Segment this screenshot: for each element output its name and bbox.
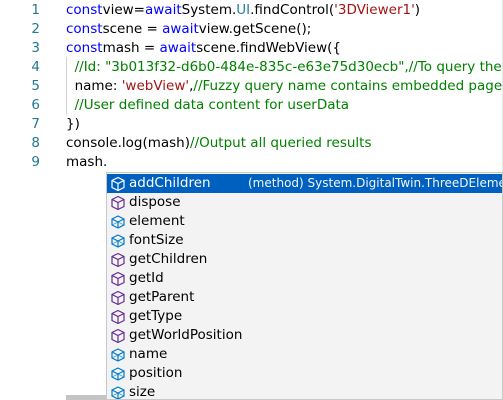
code-token: //Id: "3b013f32-d6b0-484e-835c-e63e75d30… (74, 59, 503, 75)
code-line[interactable]: 5 name: 'webView',//Fuzzy query name con… (0, 77, 503, 96)
code-line[interactable]: 2 constscene = awaitview.getScene(); (0, 20, 503, 39)
suggest-item-dispose[interactable]: dispose (107, 193, 502, 212)
suggest-item-label: getParent (129, 289, 195, 305)
field-icon (110, 214, 126, 230)
code-text: constview=awaitSystem.UI.findControl('3D… (66, 1, 420, 20)
code-line[interactable]: 9 mash. (0, 153, 503, 172)
code-line[interactable]: 3 constmash = awaitscene.findWebView({ (0, 39, 503, 58)
suggest-item-label: name (129, 346, 168, 362)
suggest-item-label: position (129, 365, 183, 381)
method-cube-icon (110, 252, 126, 268)
code-line[interactable]: 7}) (0, 115, 503, 134)
suggest-item-getChildren[interactable]: getChildren (107, 250, 502, 269)
code-token: name: (66, 78, 122, 94)
suggest-item-getType[interactable]: getType (107, 307, 502, 326)
code-token: const (66, 21, 103, 37)
code-token: view= (102, 2, 145, 18)
code-token: UI (236, 2, 251, 18)
code-text: console.log(mash)//Output all queried re… (66, 134, 372, 153)
code-token: mash = (102, 40, 160, 56)
code-line[interactable]: 1 constview=awaitSystem.UI.findControl('3… (0, 1, 503, 20)
suggest-item-label: element (129, 213, 185, 229)
suggest-item-fontSize[interactable]: fontSize (107, 231, 502, 250)
code-token: //Fuzzy query name contains embedded pag… (193, 78, 503, 94)
suggest-item-detail: (method) System.DigitalTwin.ThreeDElemen… (248, 176, 503, 190)
code-token: mash. (66, 154, 108, 170)
suggest-item-label: getChildren (129, 251, 208, 267)
code-text: //User defined data content for userData (66, 96, 349, 115)
suggest-item-label: getWorldPosition (129, 327, 243, 343)
line-number: 7 (31, 116, 40, 132)
code-token: 'webView' (121, 78, 190, 94)
field-icon (110, 366, 126, 382)
suggest-item-label: getType (129, 308, 183, 324)
field-icon (110, 347, 126, 363)
code-token: }) (66, 116, 80, 132)
code-line[interactable]: 4 //Id: "3b013f32-d6b0-484e-835c-e63e75d… (0, 58, 503, 77)
method-cube-icon (110, 290, 126, 306)
code-line[interactable]: 6 //User defined data content for userDa… (0, 96, 503, 115)
code-token: scene = (102, 21, 163, 37)
code-token: view.getScene(); (198, 21, 312, 37)
field-icon (110, 233, 126, 249)
suggest-item-label: dispose (129, 194, 181, 210)
code-token: //Output all queried results (190, 135, 372, 151)
suggest-item-getWorldPosition[interactable]: getWorldPosition (107, 326, 502, 345)
suggest-item-element[interactable]: element (107, 212, 502, 231)
method-cube-icon (110, 195, 126, 211)
code-token: //User defined data content for userData (74, 97, 350, 113)
code-token: .findControl( (250, 2, 335, 18)
method-cube-icon (110, 271, 126, 287)
code-token: const (66, 40, 103, 56)
suggest-item-addChildren[interactable]: addChildren (method) System.DigitalTwin.T… (107, 174, 502, 193)
method-cube-icon (110, 328, 126, 344)
code-token: await (144, 2, 182, 18)
suggest-item-getParent[interactable]: getParent (107, 288, 502, 307)
line-number: 5 (31, 78, 40, 94)
code-text: constmash = awaitscene.findWebView({ (66, 39, 341, 58)
code-token: console.log(mash) (66, 135, 191, 151)
code-text: }) (66, 115, 80, 134)
indent-guide (66, 57, 67, 114)
code-token: System. (181, 2, 237, 18)
suggest-item-name[interactable]: name (107, 345, 502, 364)
suggest-item-size[interactable]: size (107, 383, 502, 400)
code-token: ) (414, 2, 421, 18)
code-text: constscene = awaitview.getScene(); (66, 20, 311, 39)
code-text: //Id: "3b013f32-d6b0-484e-835c-e63e75d30… (66, 58, 503, 77)
code-token: scene.findWebView({ (196, 40, 342, 56)
autocomplete-suggest-widget[interactable]: addChildren (method) System.DigitalTwin.T… (106, 172, 503, 400)
code-line[interactable]: 8 console.log(mash)//Output all queried r… (0, 134, 503, 153)
line-number: 3 (31, 40, 40, 56)
suggest-item-label: getId (129, 270, 164, 286)
suggest-item-label: fontSize (129, 232, 184, 248)
code-text: mash. (66, 153, 107, 172)
code-text: name: 'webView',//Fuzzy query name conta… (66, 77, 503, 96)
line-number: 4 (31, 59, 40, 75)
line-number: 6 (31, 97, 40, 113)
suggest-item-position[interactable]: position (107, 364, 502, 383)
code-token: const (66, 2, 103, 18)
line-number: 1 (31, 2, 40, 18)
line-number: 8 (31, 135, 40, 151)
code-token: '3DViewer1' (334, 2, 415, 18)
line-number: 2 (31, 21, 40, 37)
method-cube-icon (110, 309, 126, 325)
code-token: await (162, 21, 199, 37)
suggest-item-getId[interactable]: getId (107, 269, 502, 288)
line-number: 9 (31, 154, 40, 170)
method-cube-icon (110, 176, 126, 192)
field-icon (110, 385, 126, 399)
code-token: await (159, 40, 197, 56)
suggest-item-label: addChildren (129, 175, 211, 191)
suggest-item-label: size (129, 384, 156, 400)
